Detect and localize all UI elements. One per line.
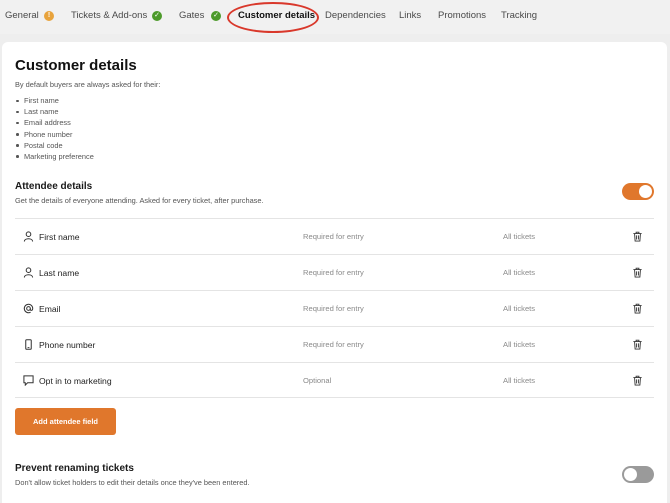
tab-tickets-addons[interactable]: Tickets & Add-ons <box>71 10 147 21</box>
tab-gates[interactable]: Gates <box>179 10 204 21</box>
field-name: Last name <box>39 268 80 278</box>
attendee-details-toggle[interactable] <box>622 183 654 200</box>
table-row: Phone number Required for entry All tick… <box>15 326 654 362</box>
field-tickets: All tickets <box>503 268 536 277</box>
trash-icon[interactable] <box>632 231 643 242</box>
field-requirement: Required for entry <box>303 304 364 313</box>
prevent-renaming-toggle[interactable] <box>622 466 654 483</box>
field-name: Opt in to marketing <box>39 376 112 386</box>
at-icon <box>23 303 34 314</box>
table-row: First name Required for entry All ticket… <box>15 218 654 254</box>
toggle-knob <box>624 468 637 481</box>
prevent-renaming-title: Prevent renaming tickets <box>15 463 134 474</box>
list-item: Email address <box>15 117 94 128</box>
trash-icon[interactable] <box>632 339 643 350</box>
field-name: Phone number <box>39 340 96 350</box>
check-icon: ✓ <box>211 11 221 21</box>
highlight-circle <box>227 2 319 33</box>
tab-dependencies[interactable]: Dependencies <box>325 10 386 21</box>
attendee-details-title: Attendee details <box>15 181 93 192</box>
field-requirement: Required for entry <box>303 232 364 241</box>
phone-icon <box>25 339 32 350</box>
trash-icon[interactable] <box>632 267 643 278</box>
intro-text: By default buyers are always asked for t… <box>15 80 161 89</box>
list-item: First name <box>15 95 94 106</box>
list-item: Marketing preference <box>15 151 94 162</box>
table-row: Last name Required for entry All tickets <box>15 254 654 290</box>
customer-details-panel: Customer details By default buyers are a… <box>2 42 667 503</box>
prevent-renaming-description: Don't allow ticket holders to edit their… <box>15 478 250 487</box>
attendee-fields-table: First name Required for entry All ticket… <box>15 218 654 398</box>
field-requirement: Required for entry <box>303 340 364 349</box>
tab-bar: General ! Tickets & Add-ons ✓ Gates ✓ Cu… <box>0 0 670 34</box>
trash-icon[interactable] <box>632 375 643 386</box>
person-icon <box>23 267 34 278</box>
tab-general[interactable]: General <box>5 10 39 21</box>
field-requirement: Optional <box>303 376 332 385</box>
tab-tracking[interactable]: Tracking <box>501 10 537 21</box>
warning-icon: ! <box>44 11 54 21</box>
trash-icon[interactable] <box>632 303 643 314</box>
field-name: First name <box>39 232 80 242</box>
field-requirement: Required for entry <box>303 268 364 277</box>
default-fields-list: First name Last name Email address Phone… <box>15 95 94 162</box>
field-tickets: All tickets <box>503 232 536 241</box>
table-row: Email Required for entry All tickets <box>15 290 654 326</box>
field-tickets: All tickets <box>503 340 536 349</box>
field-name: Email <box>39 304 61 314</box>
page-title: Customer details <box>15 57 137 74</box>
list-item: Phone number <box>15 129 94 140</box>
field-tickets: All tickets <box>503 304 536 313</box>
toggle-knob <box>639 185 652 198</box>
check-icon: ✓ <box>152 11 162 21</box>
list-item: Last name <box>15 106 94 117</box>
opt-in-icon <box>23 375 34 386</box>
person-icon <box>23 231 34 242</box>
tab-links[interactable]: Links <box>399 10 421 21</box>
attendee-details-description: Get the details of everyone attending. A… <box>15 196 264 205</box>
field-tickets: All tickets <box>503 376 536 385</box>
table-row: Opt in to marketing Optional All tickets <box>15 362 654 398</box>
add-attendee-field-button[interactable]: Add attendee field <box>15 408 116 435</box>
tab-promotions[interactable]: Promotions <box>438 10 486 21</box>
list-item: Postal code <box>15 140 94 151</box>
